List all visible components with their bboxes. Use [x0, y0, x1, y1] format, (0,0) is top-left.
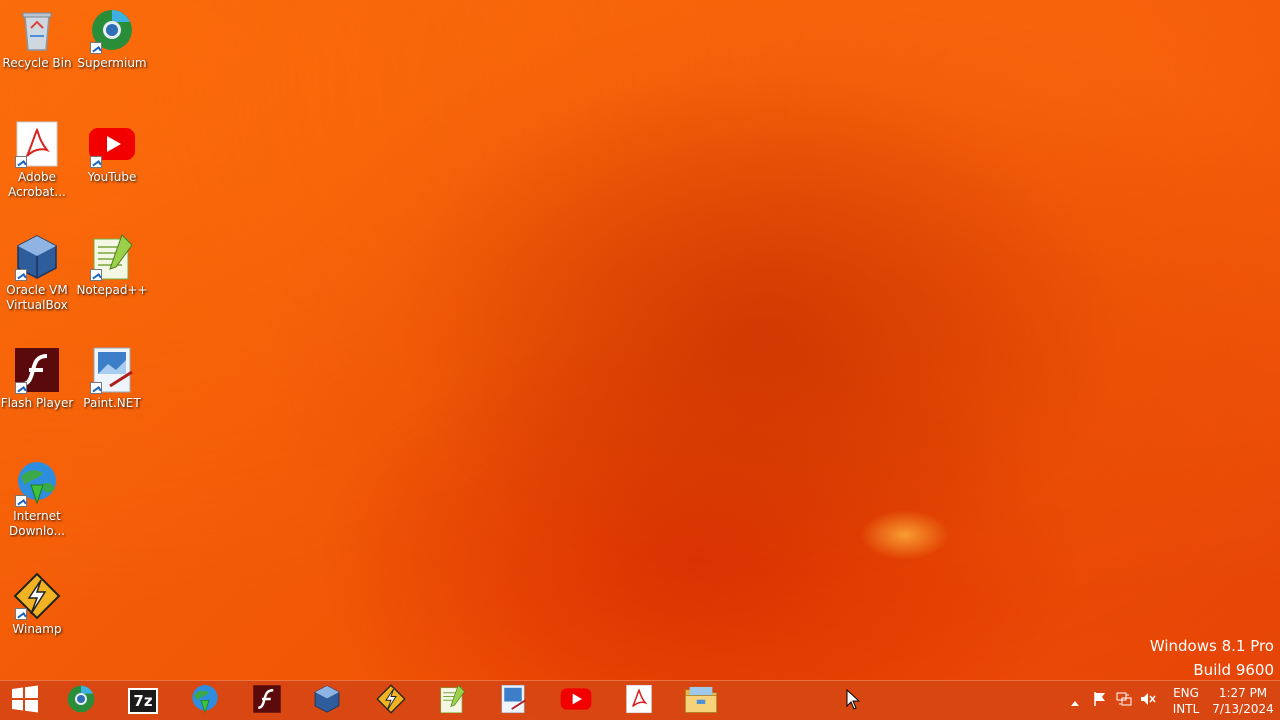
youtube-icon: [560, 687, 592, 715]
desktop-icon-label: Notepad++: [76, 283, 148, 297]
keyboard-layout-code: INTL: [1172, 702, 1200, 716]
taskbar-internet-download-manager-button[interactable]: [181, 684, 229, 718]
language-code: ENG: [1173, 686, 1199, 700]
desktop-icon-label: Winamp: [12, 622, 62, 636]
taskbar-flash-player-button[interactable]: [243, 684, 291, 718]
desktop-icon-label: Internet Downlo...: [9, 509, 65, 538]
shortcut-arrow-icon: [15, 156, 27, 168]
shortcut-arrow-icon: [15, 608, 27, 620]
flash-player-icon: [13, 346, 61, 394]
youtube-icon: [88, 120, 136, 168]
adobe-acrobat-icon: [624, 684, 654, 718]
desktop-icon-flash-player[interactable]: Flash Player: [0, 346, 74, 411]
desktop-icon-label: YouTube: [87, 170, 137, 184]
paintnet-icon: [498, 684, 528, 718]
winamp-icon: [13, 572, 61, 620]
notepadpp-icon: [88, 233, 136, 281]
internet-download-manager-icon: [13, 459, 61, 507]
desktop-icon-label: Paint.NET: [83, 396, 141, 410]
wallpaper-glow: [860, 510, 950, 560]
clock[interactable]: 1:27 PM 7/13/2024: [1210, 685, 1276, 717]
desktop-icon-paintnet[interactable]: Paint.NET: [75, 346, 149, 411]
shortcut-arrow-icon: [15, 382, 27, 394]
volume-muted-icon[interactable]: [1140, 691, 1164, 711]
notepadpp-icon: [437, 684, 467, 718]
virtualbox-icon: [312, 684, 342, 718]
mouse-pointer-icon: [846, 688, 861, 715]
supermium-icon: [65, 683, 97, 719]
internet-download-manager-icon: [189, 683, 221, 719]
show-hidden-icons-chevron-icon[interactable]: [1070, 692, 1084, 711]
shortcut-arrow-icon: [15, 495, 27, 507]
taskbar: 7z ENG INTL 1:27 PM 7/13/2024: [0, 680, 1280, 720]
shortcut-arrow-icon: [15, 269, 27, 281]
taskbar-youtube-button[interactable]: [552, 684, 600, 718]
desktop-icon-adobe-acrobat[interactable]: Adobe Acrobat...: [0, 120, 74, 200]
desktop-icon-label: Adobe Acrobat...: [8, 170, 66, 199]
desktop-icon-label: Supermium: [77, 56, 147, 70]
windows-edition-watermark: Windows 8.1 Pro: [1149, 637, 1274, 655]
desktop-icon-label: Flash Player: [0, 396, 74, 410]
7zip-icon: 7z: [128, 688, 158, 714]
taskbar-file-explorer-button[interactable]: [677, 684, 725, 718]
winamp-icon: [376, 684, 406, 718]
taskbar-virtualbox-button[interactable]: [303, 684, 351, 718]
input-language-indicator[interactable]: ENG INTL: [1168, 685, 1204, 717]
desktop-icon-virtualbox[interactable]: Oracle VM VirtualBox: [0, 233, 74, 313]
shortcut-arrow-icon: [90, 382, 102, 394]
desktop-icon-notepadpp[interactable]: Notepad++: [75, 233, 149, 298]
recycle-bin-icon: [13, 6, 61, 54]
windows-start-icon: [11, 685, 39, 717]
start-button[interactable]: [1, 684, 49, 718]
windows-build-watermark: Build 9600: [1193, 661, 1274, 679]
desktop-icon-internet-download-manager[interactable]: Internet Downlo...: [0, 459, 74, 539]
shortcut-arrow-icon: [90, 156, 102, 168]
flash-player-icon: [252, 684, 282, 718]
desktop-icon-winamp[interactable]: Winamp: [0, 572, 74, 637]
paintnet-icon: [88, 346, 136, 394]
network-icon[interactable]: [1116, 691, 1140, 711]
taskbar-paintnet-button[interactable]: [489, 684, 537, 718]
desktop-icon-supermium[interactable]: Supermium: [75, 6, 149, 71]
system-tray: ENG INTL 1:27 PM 7/13/2024: [1070, 681, 1276, 720]
clock-date: 7/13/2024: [1212, 702, 1274, 716]
shortcut-arrow-icon: [90, 42, 102, 54]
taskbar-supermium-button[interactable]: [57, 684, 105, 718]
desktop-icon-recycle-bin[interactable]: Recycle Bin: [0, 6, 74, 71]
file-explorer-icon: [684, 684, 718, 718]
desktop-icon-label: Oracle VM VirtualBox: [6, 283, 68, 312]
taskbar-winamp-button[interactable]: [367, 684, 415, 718]
action-center-flag-icon[interactable]: [1092, 691, 1116, 711]
desktop-icon-label: Recycle Bin: [2, 56, 72, 70]
virtualbox-icon: [13, 233, 61, 281]
taskbar-adobe-acrobat-button[interactable]: [615, 684, 663, 718]
clock-time: 1:27 PM: [1218, 686, 1268, 700]
adobe-acrobat-icon: [13, 120, 61, 168]
desktop-icon-youtube[interactable]: YouTube: [75, 120, 149, 185]
supermium-icon: [88, 6, 136, 54]
taskbar-notepadpp-button[interactable]: [428, 684, 476, 718]
shortcut-arrow-icon: [90, 269, 102, 281]
taskbar-7zip-button[interactable]: 7z: [119, 684, 167, 718]
